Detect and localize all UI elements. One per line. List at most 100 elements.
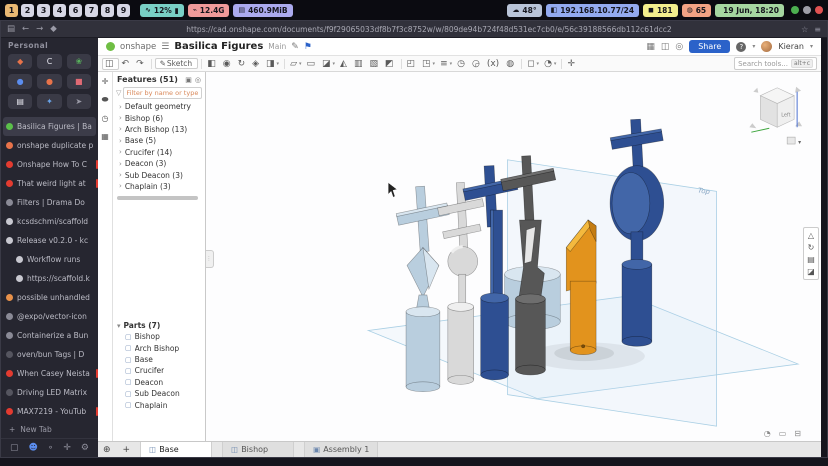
measure-icon[interactable]: ◻ ▾ (525, 59, 541, 69)
help-button[interactable]: ? (736, 42, 746, 52)
fillet-icon[interactable]: ▱ ▾ (288, 59, 303, 69)
feature-folder-row[interactable]: › Deacon (3) (113, 158, 205, 169)
view-cube-menu[interactable]: ▾ (787, 137, 801, 146)
dimension-icon[interactable]: ✛ (102, 77, 109, 86)
boolean-icon[interactable]: ◳ ▾ (420, 59, 437, 69)
speed-dial-tile[interactable]: ➤ (67, 94, 91, 109)
chevron-right-icon[interactable]: › (119, 125, 122, 133)
perspective-icon[interactable]: ⊟ (794, 429, 801, 438)
speed-dial-tile[interactable]: ■ (67, 74, 91, 89)
manage-tabs-icon[interactable]: ⊕ (103, 445, 111, 455)
chevron-down-icon[interactable]: ▾ (810, 43, 813, 50)
chevron-down-icon[interactable]: ▾ (752, 43, 755, 50)
tray-icon[interactable] (791, 6, 799, 14)
search-tools-input[interactable]: Search tools... alt+c (734, 57, 817, 70)
browser-tab[interactable]: @expo/vector-icon (1, 307, 98, 326)
element-tab[interactable]: ▣ Assembly 1 (304, 442, 378, 457)
record-icon[interactable]: ◔ (764, 429, 771, 438)
trash-icon[interactable]: ▢ (10, 443, 19, 453)
sync-icon[interactable]: ∘ (48, 443, 54, 453)
chevron-right-icon[interactable]: › (119, 160, 122, 168)
appearance-icon[interactable]: ▭ (779, 429, 787, 438)
feature-folder-row[interactable]: › Crucifer (14) (113, 147, 205, 158)
workspace-button[interactable]: 8 (101, 4, 114, 17)
feature-folder-row[interactable]: › Bishop (6) (113, 112, 205, 123)
feature-folder-row[interactable]: › Base (5) (113, 135, 205, 146)
browser-tab[interactable]: Containerize a Bun (1, 326, 98, 345)
new-tab-button[interactable]: + New Tab (1, 420, 98, 438)
transform-icon[interactable]: ◷ (455, 59, 469, 69)
share-button[interactable]: Share (689, 40, 730, 53)
shield-icon[interactable]: ◆ (50, 24, 57, 34)
sweep-icon[interactable]: ↻ (236, 59, 250, 69)
part-row[interactable]: ▢ Deacon (113, 377, 205, 388)
browser-tab[interactable]: That weird light at (1, 174, 98, 193)
workspace-button[interactable]: 4 (53, 4, 66, 17)
feature-folder-row[interactable]: › Arch Bishop (13) (113, 124, 205, 135)
chevron-right-icon[interactable]: › (119, 148, 122, 156)
user-name[interactable]: Kieran (778, 42, 804, 51)
panel-toggle-icon[interactable]: ◫ (102, 58, 119, 70)
edit-icon[interactable]: ✎ (291, 42, 299, 52)
library-icon[interactable]: ▤ (7, 24, 15, 34)
workspace-button[interactable]: 2 (21, 4, 34, 17)
feature-filter-input[interactable]: Filter by name or type (123, 87, 202, 99)
modify-icon[interactable]: ◶ (470, 59, 484, 69)
speed-dial-tile[interactable]: ● (8, 74, 32, 89)
add-tab-button[interactable]: + (123, 445, 131, 455)
workspace-button[interactable]: 7 (85, 4, 98, 17)
workspace-button[interactable]: 3 (37, 4, 50, 17)
view-rotate-icon[interactable]: ↻ (808, 243, 815, 252)
part-row[interactable]: ▢ Sub Deacon (113, 388, 205, 399)
part-row[interactable]: ▢ Chaplain (113, 399, 205, 410)
element-tab[interactable]: ◫ Base (140, 442, 212, 457)
workspace-button[interactable]: 9 (117, 4, 130, 17)
speed-dial-tile[interactable]: C (37, 54, 61, 69)
part-row[interactable]: ▢ Bishop (113, 331, 205, 342)
tray-icon[interactable] (815, 6, 823, 14)
extrude-icon[interactable]: ◧ (205, 59, 220, 69)
rib-icon[interactable]: ▧ (367, 59, 382, 69)
speed-dial-tile[interactable]: ◆ (8, 54, 32, 69)
part-row[interactable]: ▢ Base (113, 354, 205, 365)
frames-icon[interactable]: ◍ (504, 59, 518, 69)
browser-tab[interactable]: possible unhandled (1, 288, 98, 307)
panel-resize-handle[interactable]: ⋮ (206, 250, 214, 268)
section-view-icon[interactable]: ▤ (807, 255, 815, 264)
hamburger-menu-icon[interactable]: ☰ (161, 42, 169, 52)
chevron-right-icon[interactable]: › (119, 137, 122, 145)
bom-table-icon[interactable]: ▦ (101, 132, 109, 141)
history-icon[interactable]: ◷ (102, 114, 109, 123)
forward-icon[interactable]: → (36, 24, 43, 34)
chamfer-icon[interactable]: ▭ (305, 59, 320, 69)
browser-tab[interactable]: Filters | Drama Do (1, 193, 98, 212)
browser-tab[interactable]: https://scaffold.k (1, 269, 98, 288)
redo-icon[interactable]: ↷ (134, 59, 148, 69)
speed-dial-tile[interactable]: ❀ (67, 54, 91, 69)
url-text[interactable]: https://cad.onshape.com/documents/f9f290… (63, 25, 795, 34)
browser-tab[interactable]: onshape duplicate p (1, 136, 98, 155)
speed-dial-tile[interactable]: ● (37, 74, 61, 89)
browser-tab[interactable]: Release v0.2.0 - kc (1, 231, 98, 250)
chevron-right-icon[interactable]: › (119, 182, 122, 190)
back-icon[interactable]: ← (22, 24, 29, 34)
chevron-right-icon[interactable]: › (119, 114, 122, 122)
browser-tab[interactable]: Driving LED Matrix (1, 383, 98, 402)
bookmark-icon[interactable]: ☆ (801, 25, 808, 34)
horizontal-scrollbar[interactable] (117, 196, 198, 200)
flag-icon[interactable]: ⚑ (304, 42, 312, 52)
revolve-icon[interactable]: ◉ (221, 59, 235, 69)
browser-tab[interactable]: Basilica Figures | Ba (3, 117, 96, 136)
feature-folder-row[interactable]: › Sub Deacon (3) (113, 169, 205, 180)
graphics-viewport[interactable]: Top (206, 72, 821, 441)
avatar[interactable] (761, 41, 772, 52)
comment-icon[interactable]: ⬬ (102, 95, 109, 105)
browser-tab[interactable]: kcsdschmi/scaffold (1, 212, 98, 231)
feature-filter-settings-icon[interactable]: ◎ (195, 76, 201, 84)
chevron-right-icon[interactable]: › (119, 103, 122, 111)
tools-icon[interactable]: ✛ (63, 443, 71, 453)
settings-gear-icon[interactable]: ⚙ (81, 443, 89, 453)
tray-icon[interactable] (803, 6, 811, 14)
menu-icon[interactable]: ≡ (814, 25, 821, 34)
part-row[interactable]: ▢ Crucifer (113, 365, 205, 376)
